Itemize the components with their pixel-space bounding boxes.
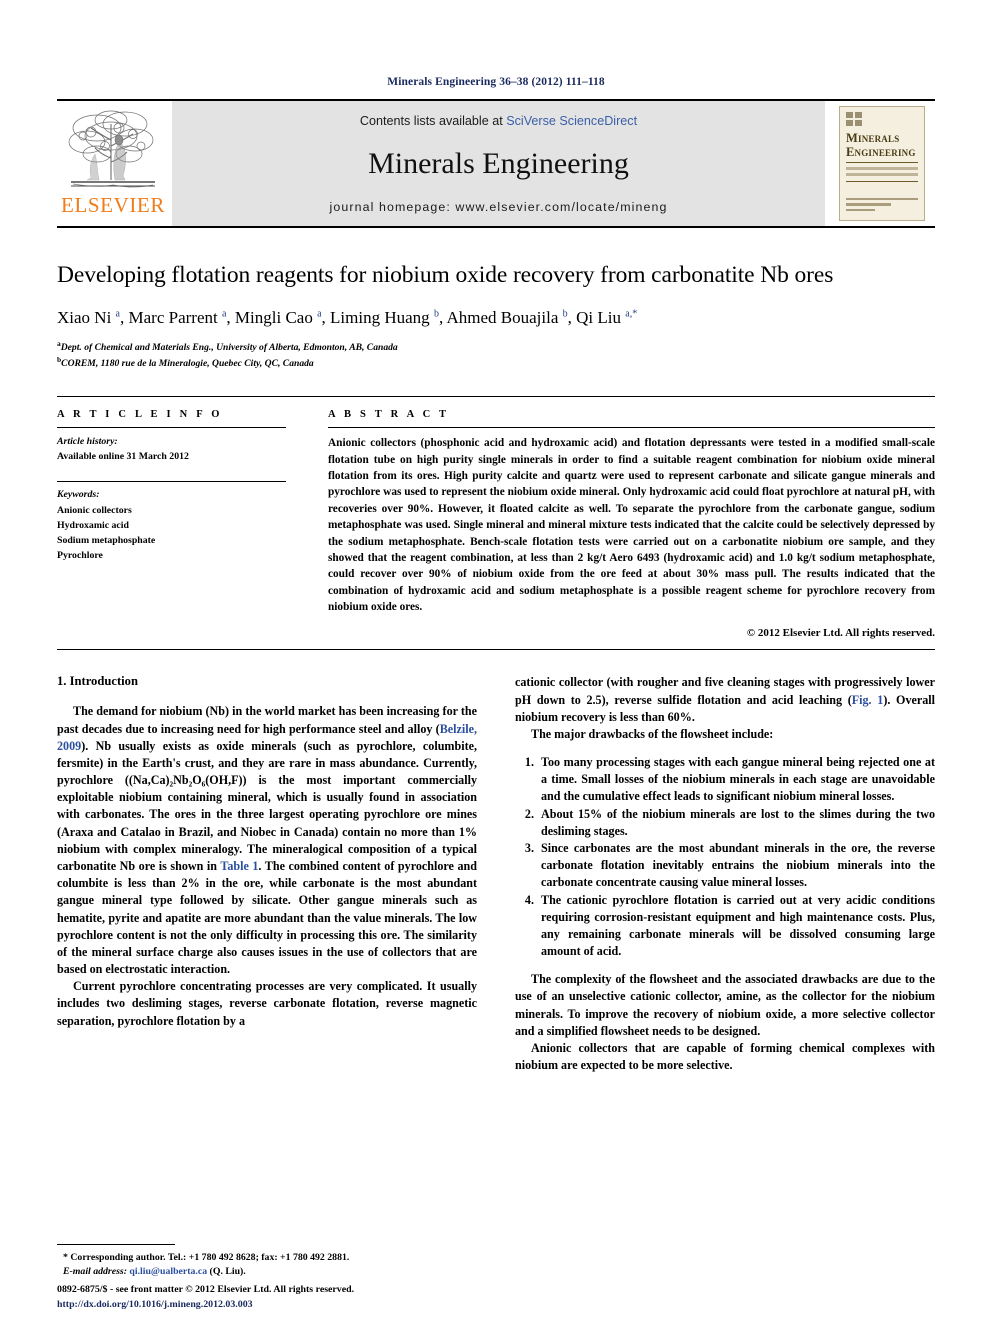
info-abstract-row: A R T I C L E I N F O Article history: A… [57,396,935,651]
intro-paragraph-2-left: Current pyrochlore concentrating process… [57,979,477,1028]
paper-page: Minerals Engineering 36–38 (2012) 111–11… [0,0,992,1323]
article-history-value: Available online 31 March 2012 [57,451,189,462]
cover-image: Minerals Engineering [839,106,925,221]
abstract-column: A B S T R A C T Anionic collectors (phos… [304,409,935,639]
page-title: Developing flotation reagents for niobiu… [57,262,834,288]
journal-header-band: ELSEVIER Contents lists available at Sci… [57,99,935,226]
contents-available-line: Contents lists available at SciVerse Sci… [360,114,637,128]
running-head: Minerals Engineering 36–38 (2012) 111–11… [387,76,605,88]
email-link[interactable]: qi.liu@ualberta.ca [129,1266,207,1277]
journal-homepage-line[interactable]: journal homepage: www.elsevier.com/locat… [330,200,668,214]
keywords-rule [57,480,286,482]
abstract-text: Anionic collectors (phosphonic acid and … [328,437,935,614]
list-item: Too many processing stages with each gan… [537,754,935,806]
keywords-label: Keywords: [57,488,100,500]
keyword-item: Hydroxamic acid [57,519,129,531]
intro-paragraph-5: Anionic collectors that are capable of f… [515,1040,935,1073]
affiliation-a: aDept. of Chemical and Materials Eng., U… [57,338,398,353]
corresponding-author-note: * Corresponding author. Tel.: +1 780 492… [63,1251,350,1263]
section-heading-introduction: 1. Introduction [57,674,138,689]
front-matter-line: 0892-6875/$ - see front matter © 2012 El… [57,1284,355,1296]
drawbacks-list: Too many processing stages with each gan… [515,754,935,960]
article-info-heading: A R T I C L E I N F O [57,409,223,421]
article-info-rule [57,427,286,429]
cover-title-line1: Minerals [846,131,900,145]
body-left-column: 1. Introduction The demand for niobium (… [57,674,477,1074]
body-two-column: 1. Introduction The demand for niobium (… [57,674,935,1074]
footnote-block: * Corresponding author. Tel.: +1 780 492… [57,1243,477,1280]
intro-paragraph-4: The complexity of the flowsheet and the … [515,972,935,1038]
citation-fig-1[interactable]: Fig. 1 [852,693,884,707]
elsevier-logo: ELSEVIER [57,101,169,226]
intro-paragraph-3: The major drawbacks of the flowsheet inc… [531,726,774,741]
keywords-list: Anionic collectors Hydroxamic acid Sodiu… [57,503,286,564]
keyword-item: Pyrochlore [57,550,103,562]
list-item: The cationic pyrochlore flotation is car… [537,892,935,961]
article-info-column: A R T I C L E I N F O Article history: A… [57,409,304,639]
doi-link[interactable]: http://dx.doi.org/10.1016/j.mineng.2012.… [57,1298,557,1312]
abstract-heading: A B S T R A C T [328,409,450,421]
list-item: Since carbonates are the most abundant m… [537,840,935,892]
email-label: E-mail address: [63,1266,127,1278]
contents-prefix: Contents lists available at [359,114,507,128]
cover-footer-lines [846,197,918,215]
keyword-item: Sodium metaphosphate [57,534,156,546]
author-list: Xiao Ni a, Marc Parrent a, Mingli Cao a,… [57,307,638,327]
cover-title-line2: Engineering [846,145,916,159]
citation-table-1[interactable]: Table 1 [220,859,258,873]
journal-band-center: Contents lists available at SciVerse Sci… [172,101,825,226]
affiliation-list: aDept. of Chemical and Materials Eng., U… [57,339,935,371]
article-history-label: Article history: [57,436,118,448]
list-item: About 15% of the niobium minerals are lo… [537,806,935,840]
body-right-column: cationic collector (with rougher and fiv… [515,674,935,1074]
keyword-item: Anionic collectors [57,504,132,516]
footnote-rule [57,1243,175,1245]
email-note: E-mail address: qi.liu@ualberta.ca (Q. L… [57,1265,477,1280]
abstract-rule [328,427,935,429]
affiliation-b: bCOREM, 1180 rue de la Mineralogie, Queb… [57,354,314,369]
title-block: Developing flotation reagents for niobiu… [57,228,935,370]
journal-cover-thumbnail: Minerals Engineering [829,101,935,226]
elsevier-tree-icon [68,110,155,188]
abstract-copyright: © 2012 Elsevier Ltd. All rights reserved… [746,627,935,640]
intro-paragraph-1: The demand for niobium (Nb) in the world… [57,704,477,977]
journal-title: Minerals Engineering [368,147,629,180]
cover-publisher-mark-icon [846,112,862,126]
sciencedirect-link[interactable]: SciVerse ScienceDirect [506,114,637,128]
intro-paragraph-2-right: cationic collector (with rougher and fiv… [515,674,935,726]
front-matter-block: 0892-6875/$ - see front matter © 2012 El… [57,1283,557,1312]
keywords-block: Keywords: Anionic collectors Hydroxamic … [57,480,286,564]
elsevier-wordmark: ELSEVIER [61,193,165,217]
email-suffix: (Q. Liu). [207,1266,246,1278]
